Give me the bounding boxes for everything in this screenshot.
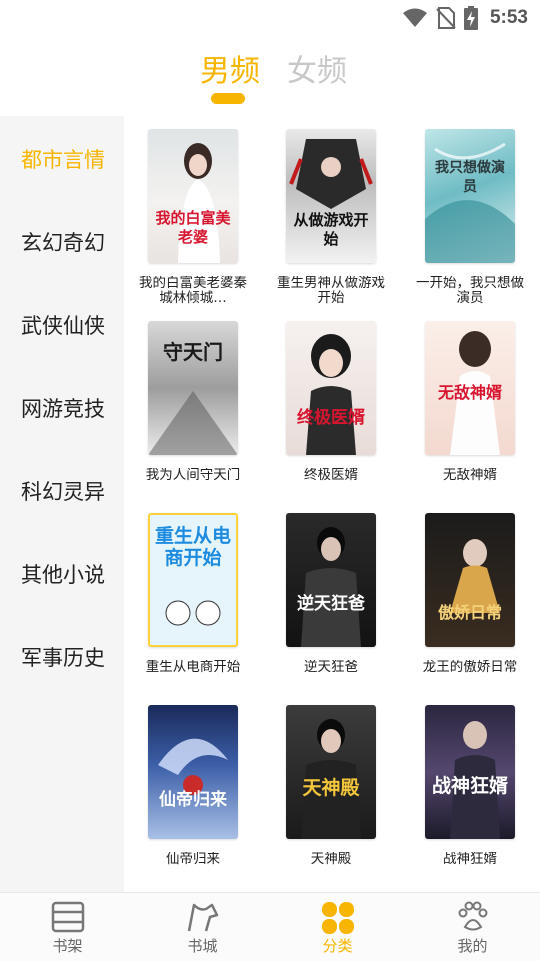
cover-title: 仙帝归来 [159,790,227,810]
book-cover[interactable]: 我的白富美老婆 [148,129,238,263]
battery-charging-icon [463,6,478,30]
sidebar-item-fantasy[interactable]: 玄幻奇幻 [0,212,124,272]
nav-category[interactable]: 分类 [270,893,405,961]
book-cover[interactable]: 终极医婿 [286,321,376,455]
cover-title: 无敌神婿 [437,383,502,402]
status-time: 5:53 [489,7,528,28]
category-icon [321,902,354,934]
tab-indicator [211,93,245,104]
wifi-icon [402,8,427,27]
bottom-nav: 书架 书城 分类 我的 [0,892,540,961]
book-title: 终极医婿 [304,468,358,483]
cover-title: 逆天狂爸 [297,594,365,614]
book-title: 我的白富美老婆秦城林倾城… [139,276,247,306]
book-title: 我为人间守天门 [145,468,241,483]
sidebar-item-military-history[interactable]: 军事历史 [0,627,124,687]
book-cover[interactable]: 重生从电商开始 [148,513,238,647]
cover-title: 战神狂婿 [431,775,508,797]
cover-title: 天神殿 [302,777,360,799]
book-cover[interactable]: 从做游戏开始 [286,129,376,263]
status-bar: 5:53 [0,0,540,36]
cover-title: 重生从电商开始 [154,525,231,569]
cover-title: 守天门 [163,340,223,364]
tab-male[interactable]: 男频 [200,46,260,90]
nav-bookstore[interactable]: 书城 [135,893,270,961]
cover-title: 我的白富美老婆 [155,209,231,246]
book-cover[interactable]: 傲娇日常 [425,513,515,647]
sidebar-item-scifi[interactable]: 科幻灵异 [0,461,124,521]
sidebar-item-other[interactable]: 其他小说 [0,544,124,604]
bookstore-icon [187,903,218,932]
gender-tabs: 男频 女频 [0,40,540,110]
book-title: 仙帝归来 [166,852,220,867]
book-cover[interactable]: 天神殿 [286,705,376,839]
sidebar-item-urban-romance[interactable]: 都市言情 [0,129,124,189]
nav-label: 分类 [322,937,353,955]
book-title: 逆天狂爸 [304,660,358,675]
nav-label: 我的 [457,937,488,955]
book-title: 重生男神从做游戏开始 [277,276,385,306]
nav-mine[interactable]: 我的 [405,893,540,961]
book-title: 一开始，我只想做演员 [416,276,524,306]
book-grid: 我的白富美老婆 我的白富美老婆秦城林倾城… 从做游戏开始 重生男神从做游戏开始 … [124,116,540,892]
paw-icon [458,901,487,931]
book-cover[interactable]: 我只想做演员 [425,129,515,263]
category-sidebar: 都市言情 玄幻奇幻 武侠仙侠 网游竞技 科幻灵异 其他小说 军事历史 [0,116,124,892]
book-title: 无敌神婿 [443,468,497,483]
cover-title: 终极医婿 [297,408,365,428]
status-icons: 5:53 [402,6,528,30]
nav-bookshelf[interactable]: 书架 [0,893,135,961]
sidebar-item-gaming[interactable]: 网游竞技 [0,378,124,438]
cover-title: 我只想做演员 [435,160,505,195]
cover-title: 傲娇日常 [437,603,502,622]
book-cover[interactable]: 逆天狂爸 [286,513,376,647]
no-sim-icon [436,7,456,29]
cover-title: 从做游戏开始 [293,211,369,248]
book-title: 龙王的傲娇日常 [422,660,518,675]
nav-label: 书架 [52,937,83,955]
bookshelf-icon [51,901,84,933]
book-title: 战神狂婿 [443,852,497,867]
book-title: 天神殿 [310,852,352,867]
nav-label: 书城 [187,937,218,955]
book-cover[interactable]: 守天门 [148,321,238,455]
book-title: 重生从电商开始 [145,660,241,675]
book-cover[interactable]: 仙帝归来 [148,705,238,839]
sidebar-item-wuxia[interactable]: 武侠仙侠 [0,295,124,355]
book-cover[interactable]: 无敌神婿 [425,321,515,455]
tab-female[interactable]: 女频 [287,46,347,90]
book-cover[interactable]: 战神狂婿 [425,705,515,839]
